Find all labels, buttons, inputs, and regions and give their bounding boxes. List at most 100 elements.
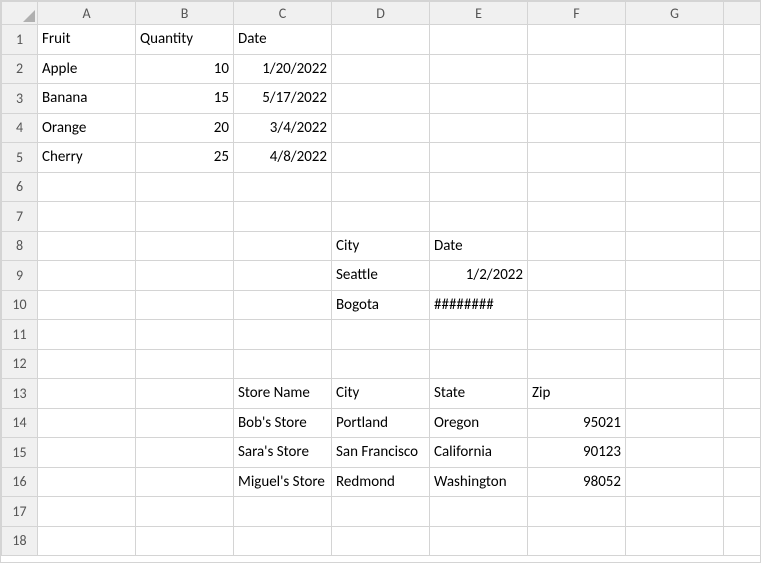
cell-E13[interactable]: State (430, 379, 528, 409)
cell-G18[interactable] (626, 526, 724, 556)
cell-F16[interactable]: 98052 (528, 467, 626, 497)
cell-F4[interactable] (528, 113, 626, 143)
cell-G9[interactable] (626, 261, 724, 291)
cell-C14[interactable]: Bob's Store (234, 408, 332, 438)
col-header-E[interactable]: E (430, 2, 528, 25)
cell-edge-2[interactable] (724, 54, 761, 84)
cell-A13[interactable] (38, 379, 136, 409)
cell-G8[interactable] (626, 231, 724, 261)
cell-F14[interactable]: 95021 (528, 408, 626, 438)
cell-edge-3[interactable] (724, 84, 761, 114)
cell-F11[interactable] (528, 320, 626, 350)
row-header-17[interactable]: 17 (2, 497, 38, 527)
spreadsheet-grid[interactable]: A B C D E F G 1FruitQuantityDate2Apple10… (0, 0, 761, 563)
cell-C8[interactable] (234, 231, 332, 261)
cell-E7[interactable] (430, 202, 528, 232)
cell-F17[interactable] (528, 497, 626, 527)
cell-A4[interactable]: Orange (38, 113, 136, 143)
cell-F6[interactable] (528, 172, 626, 202)
cell-edge-6[interactable] (724, 172, 761, 202)
col-header-G[interactable]: G (626, 2, 724, 25)
cell-B7[interactable] (136, 202, 234, 232)
cell-G2[interactable] (626, 54, 724, 84)
cell-edge-1[interactable] (724, 25, 761, 55)
cell-D11[interactable] (332, 320, 430, 350)
cell-B6[interactable] (136, 172, 234, 202)
cell-A7[interactable] (38, 202, 136, 232)
cell-edge-5[interactable] (724, 143, 761, 173)
cell-G17[interactable] (626, 497, 724, 527)
cell-edge-10[interactable] (724, 290, 761, 320)
cell-A18[interactable] (38, 526, 136, 556)
cell-A3[interactable]: Banana (38, 84, 136, 114)
cell-G15[interactable] (626, 438, 724, 468)
row-header-11[interactable]: 11 (2, 320, 38, 350)
cell-A2[interactable]: Apple (38, 54, 136, 84)
cell-C12[interactable] (234, 349, 332, 379)
cell-A12[interactable] (38, 349, 136, 379)
cell-A14[interactable] (38, 408, 136, 438)
cell-D5[interactable] (332, 143, 430, 173)
cell-F7[interactable] (528, 202, 626, 232)
cell-edge-9[interactable] (724, 261, 761, 291)
cell-B8[interactable] (136, 231, 234, 261)
cell-D14[interactable]: Portland (332, 408, 430, 438)
cell-D8[interactable]: City (332, 231, 430, 261)
cell-E18[interactable] (430, 526, 528, 556)
cell-F3[interactable] (528, 84, 626, 114)
cell-E4[interactable] (430, 113, 528, 143)
cell-G11[interactable] (626, 320, 724, 350)
row-header-15[interactable]: 15 (2, 438, 38, 468)
cell-C13[interactable]: Store Name (234, 379, 332, 409)
cell-F13[interactable]: Zip (528, 379, 626, 409)
row-header-1[interactable]: 1 (2, 25, 38, 55)
cell-D15[interactable]: San Francisco (332, 438, 430, 468)
cell-G6[interactable] (626, 172, 724, 202)
cell-E15[interactable]: California (430, 438, 528, 468)
cell-D10[interactable]: Bogota (332, 290, 430, 320)
cell-C7[interactable] (234, 202, 332, 232)
cell-C18[interactable] (234, 526, 332, 556)
cell-edge-18[interactable] (724, 526, 761, 556)
cell-G7[interactable] (626, 202, 724, 232)
cell-G12[interactable] (626, 349, 724, 379)
cell-G4[interactable] (626, 113, 724, 143)
cell-E3[interactable] (430, 84, 528, 114)
cell-B10[interactable] (136, 290, 234, 320)
cell-G3[interactable] (626, 84, 724, 114)
cell-D17[interactable] (332, 497, 430, 527)
cell-edge-11[interactable] (724, 320, 761, 350)
cell-D9[interactable]: Seattle (332, 261, 430, 291)
cell-G16[interactable] (626, 467, 724, 497)
cell-D13[interactable]: City (332, 379, 430, 409)
cell-F18[interactable] (528, 526, 626, 556)
cell-D1[interactable] (332, 25, 430, 55)
cell-D2[interactable] (332, 54, 430, 84)
cell-D18[interactable] (332, 526, 430, 556)
cell-B3[interactable]: 15 (136, 84, 234, 114)
col-header-D[interactable]: D (332, 2, 430, 25)
cell-F5[interactable] (528, 143, 626, 173)
cell-D3[interactable] (332, 84, 430, 114)
cell-A15[interactable] (38, 438, 136, 468)
cell-G1[interactable] (626, 25, 724, 55)
cell-G14[interactable] (626, 408, 724, 438)
row-header-8[interactable]: 8 (2, 231, 38, 261)
cell-E14[interactable]: Oregon (430, 408, 528, 438)
cell-F15[interactable]: 90123 (528, 438, 626, 468)
cell-C1[interactable]: Date (234, 25, 332, 55)
cell-C15[interactable]: Sara's Store (234, 438, 332, 468)
col-header-B[interactable]: B (136, 2, 234, 25)
cell-E9[interactable]: 1/2/2022 (430, 261, 528, 291)
cell-G5[interactable] (626, 143, 724, 173)
cell-E8[interactable]: Date (430, 231, 528, 261)
cell-edge-14[interactable] (724, 408, 761, 438)
cell-B15[interactable] (136, 438, 234, 468)
cell-D7[interactable] (332, 202, 430, 232)
cell-E5[interactable] (430, 143, 528, 173)
cell-E6[interactable] (430, 172, 528, 202)
cell-B2[interactable]: 10 (136, 54, 234, 84)
row-header-13[interactable]: 13 (2, 379, 38, 409)
cell-B5[interactable]: 25 (136, 143, 234, 173)
cell-C9[interactable] (234, 261, 332, 291)
